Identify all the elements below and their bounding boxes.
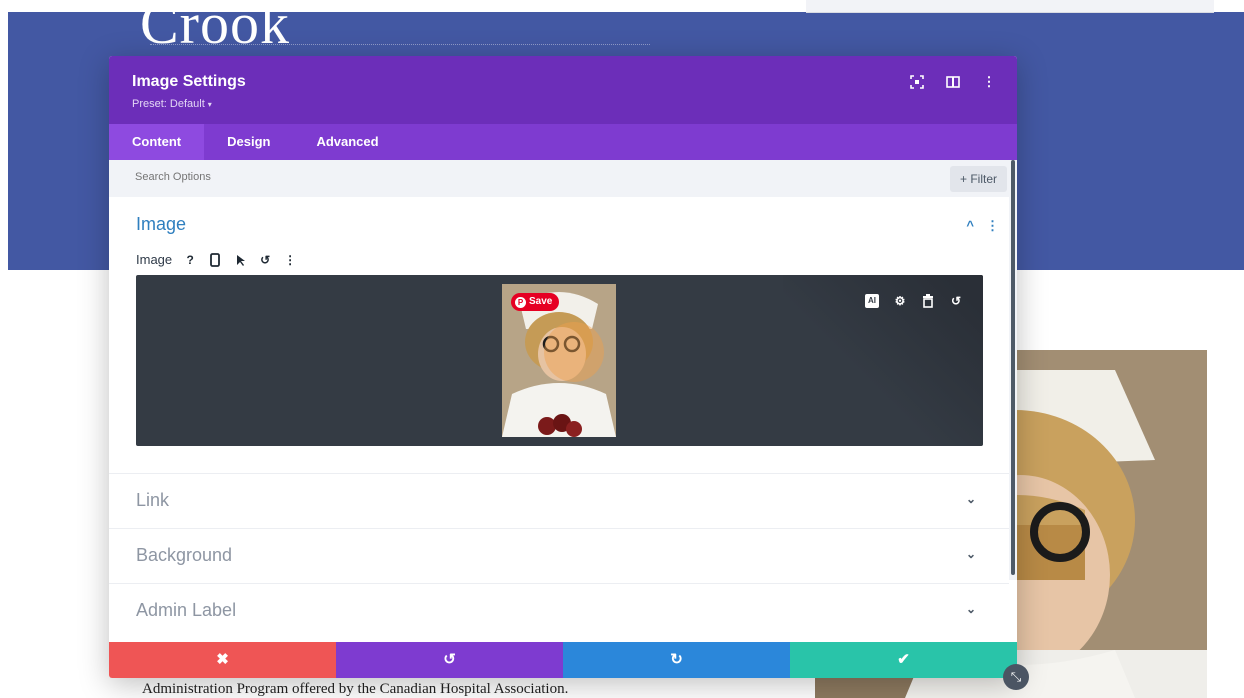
image-field-label: Image [136,252,173,267]
caret-down-icon: ▾ [207,100,212,109]
modal-header[interactable]: Image Settings Preset: Default ▾ ⋮ [109,56,1017,124]
search-input[interactable] [135,171,535,183]
tab-advanced[interactable]: Advanced [293,124,401,160]
ai-icon[interactable]: AI [865,294,879,308]
image-uploader[interactable]: P Save AI ⚙ ↺ [136,275,983,446]
cancel-button[interactable]: ✖ [109,642,336,678]
preset-label: Preset: Default [132,98,205,110]
modal-title: Image Settings [132,73,246,90]
fullscreen-icon[interactable] [909,74,925,90]
scrollbar[interactable] [1009,160,1017,580]
body-paragraph: Administration Program offered by the Ca… [142,681,569,697]
chevron-down-icon: ⌄ [965,602,976,616]
undo-button[interactable]: ↺ [336,642,563,678]
help-icon[interactable]: ? [183,253,197,267]
uploader-actions: AI ⚙ ↺ [865,294,963,308]
pin-save-label: Save [529,296,553,307]
mobile-icon[interactable] [208,252,222,267]
chevron-up-icon[interactable]: ^ [966,218,974,234]
scrollbar-thumb[interactable] [1011,160,1015,575]
section-background-label: Background [136,545,233,565]
trash-icon[interactable] [921,294,935,308]
reset-icon[interactable]: ↺ [258,253,272,267]
chevron-down-icon: ⌄ [965,547,976,561]
chevron-down-icon: ⌄ [965,492,976,506]
image-settings-modal: Image Settings Preset: Default ▾ ⋮ Conten… [109,56,1017,678]
filter-button[interactable]: + Filter [949,166,1007,192]
pinterest-save-button[interactable]: P Save [511,293,560,311]
tab-design[interactable]: Design [204,124,293,160]
section-more-icon[interactable]: ⋮ [986,218,999,234]
redo-button[interactable]: ↻ [563,642,790,678]
modal-footer: ✖ ↺ ↻ ✔ [109,642,1017,678]
preset-selector[interactable]: Preset: Default ▾ [132,98,212,110]
image-section-title[interactable]: Image [136,214,186,235]
image-field-row: Image ? ↺ ⋮ [136,252,297,267]
settings-icon[interactable]: ⚙ [893,294,907,308]
section-link[interactable]: Link ⌄ [109,473,1009,528]
more-options-icon[interactable]: ⋮ [981,74,997,90]
page-canvas: Crook Administration Program offered by … [0,0,1244,698]
undo-icon[interactable]: ↺ [949,294,963,308]
section-link-label: Link [136,490,170,510]
sidebar-toggle-icon[interactable] [945,74,961,90]
tab-content[interactable]: Content [109,124,205,160]
save-button[interactable]: ✔ [790,642,1017,678]
section-admin-label[interactable]: Admin Label ⌄ [109,583,1009,638]
search-bar: + Filter [109,160,1009,197]
section-admin-label-label: Admin Label [136,600,237,620]
hero-search-bar [806,0,1214,13]
hero-subtitle-line [150,44,650,52]
pointer-icon[interactable] [233,253,247,267]
tab-bar: Content Design Advanced [109,124,1017,160]
image-section-controls: ^ ⋮ [966,218,999,234]
resize-handle-icon[interactable]: ⤡ [1003,664,1029,690]
header-actions: ⋮ [909,74,997,90]
pinterest-icon: P [515,296,526,308]
hero-title: Crook [140,0,290,56]
more-icon[interactable]: ⋮ [283,253,297,267]
section-background[interactable]: Background ⌄ [109,528,1009,583]
